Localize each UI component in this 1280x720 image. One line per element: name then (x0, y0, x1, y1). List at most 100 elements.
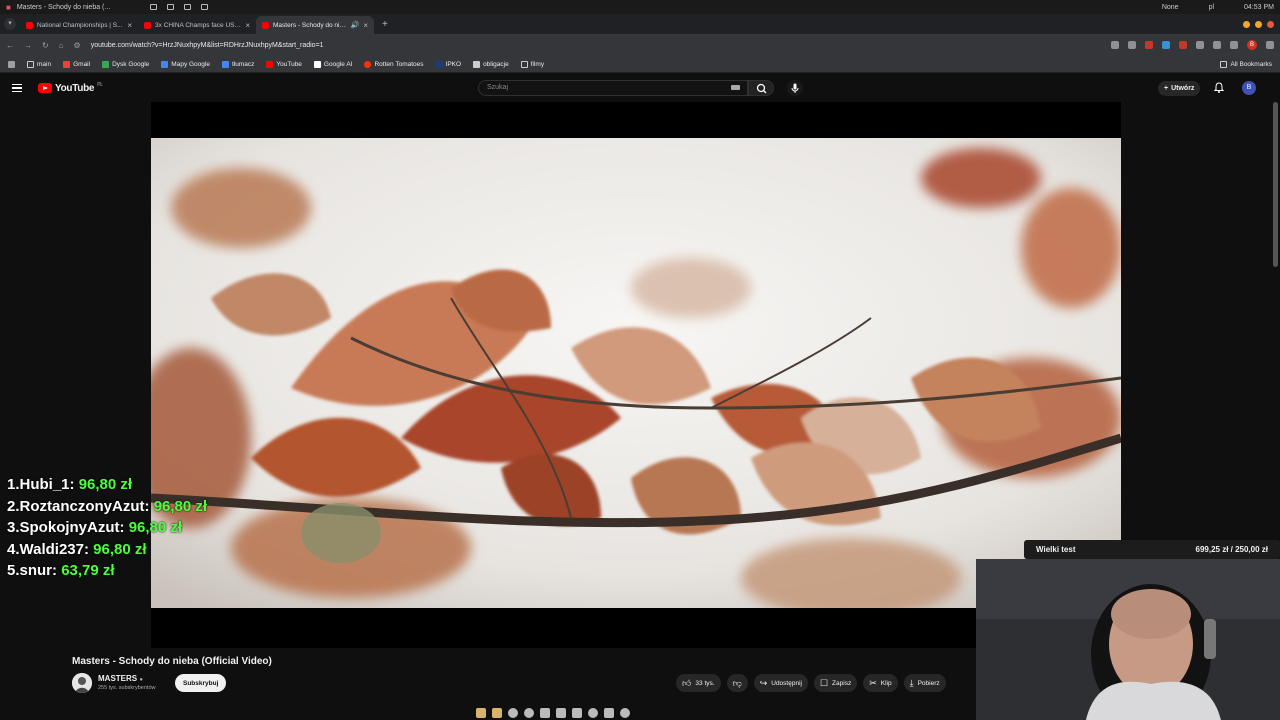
channel-name[interactable]: MASTERS ● (98, 674, 143, 683)
donation-leaderboard: 1.Hubi_1: 96,80 zł 2.RoztanczonyAzut: 96… (7, 474, 207, 582)
share-button[interactable]: ↪ Udostępnij (753, 674, 808, 692)
bookmark-label: tłumacz (231, 60, 255, 68)
like-count: 33 tys. (695, 679, 715, 687)
youtube-favicon-icon (144, 21, 151, 29)
maximize-button[interactable] (1255, 21, 1262, 28)
extension-icon[interactable] (1145, 41, 1153, 49)
create-button[interactable]: + Utwórz (1158, 81, 1201, 96)
speaker-icon[interactable]: 🔊 (351, 21, 360, 29)
bookmark-item[interactable]: Mapy Google (161, 60, 210, 68)
workspace-icon[interactable] (201, 4, 209, 10)
bookmark-item[interactable]: Dysk Google (102, 60, 150, 68)
maps-icon (161, 60, 169, 68)
browser-tab[interactable]: 3x CHINA Champs face USA... × (138, 16, 256, 34)
hamburger-menu-icon[interactable] (12, 83, 22, 93)
home-icon[interactable]: ⌂ (59, 41, 64, 50)
bookmark-star-icon[interactable] (1128, 41, 1136, 49)
channel-avatar[interactable] (72, 673, 92, 693)
workspace-icon[interactable] (184, 4, 192, 10)
settings-icon[interactable] (588, 707, 598, 718)
tray-item[interactable]: pl (1209, 4, 1214, 11)
tab-strip: ▾ National Championships | S... × 3x CHI… (0, 14, 1280, 34)
video-frame[interactable] (151, 138, 1121, 608)
bookmark-item[interactable]: Gmail (63, 60, 90, 68)
app-icon[interactable] (604, 707, 614, 718)
subscribe-button[interactable]: Subskrybuj (175, 674, 227, 692)
side-panel-icon[interactable] (1213, 41, 1221, 49)
video-title: Masters - Schody do nieba (Official Vide… (72, 656, 272, 667)
browser-tab[interactable]: National Championships | S... × (20, 16, 138, 34)
all-bookmarks[interactable]: All Bookmarks (1220, 60, 1272, 68)
address-bar: ← → ↻ ⌂ ⚙ youtube.com/watch?v=HrzJNuxhpy… (0, 34, 1280, 56)
browser-tab-active[interactable]: Masters - Schody do nieb... 🔊 × (256, 16, 374, 34)
back-icon[interactable]: ← (6, 41, 14, 50)
app-grid-icon[interactable] (620, 707, 630, 718)
like-button[interactable]: 👍︎ 33 tys. (676, 674, 721, 692)
create-label: Utwórz (1171, 85, 1195, 92)
terminal-icon[interactable] (492, 707, 502, 718)
bookmark-label: Dysk Google (112, 60, 150, 68)
bank-icon (435, 60, 443, 68)
cast-icon[interactable] (1111, 41, 1119, 49)
reload-icon[interactable]: ↻ (42, 41, 49, 50)
os-top-bar: ■ Masters - Schody do nieba (... None pl… (0, 0, 1280, 14)
bookmark-item[interactable]: obligacje (473, 60, 509, 68)
extension-icon[interactable] (1179, 41, 1187, 49)
url-field[interactable]: youtube.com/watch?v=HrzJNuxhpyM&list=RDH… (91, 42, 1101, 49)
download-button[interactable]: ⤓ Pobierz (903, 674, 946, 692)
save-button[interactable]: ☐ Zapisz (813, 674, 858, 692)
tab-search-icon[interactable]: ▾ (4, 18, 16, 30)
youtube-icon (266, 60, 274, 68)
page-scrollbar[interactable] (1273, 102, 1278, 267)
spotify-icon[interactable] (508, 707, 518, 718)
site-info-icon[interactable]: ⚙ (74, 41, 81, 50)
bookmark-item[interactable]: filmy (520, 60, 544, 68)
search-button[interactable] (748, 80, 774, 96)
youtube-logo[interactable]: YouTube PL (38, 82, 103, 94)
os-taskbar (0, 705, 976, 720)
channel-name-text: MASTERS (98, 674, 138, 683)
close-icon[interactable]: × (363, 21, 368, 30)
workspace-icon[interactable] (167, 4, 175, 10)
search-input[interactable]: Szukaj (478, 80, 748, 96)
save-playlist-icon: ☐ (819, 677, 829, 688)
apps-icon[interactable] (8, 60, 15, 68)
extension-icon[interactable] (1162, 41, 1170, 49)
minimize-button[interactable] (1243, 21, 1250, 28)
files-icon[interactable] (476, 707, 486, 718)
donor-name: Waldi237: (19, 540, 89, 558)
extensions-puzzle-icon[interactable] (1196, 41, 1204, 49)
forward-icon[interactable]: → (24, 41, 32, 50)
discord-icon[interactable] (540, 707, 550, 718)
bookmark-item[interactable]: tłumacz (221, 60, 255, 68)
tray-item[interactable]: None (1162, 4, 1179, 11)
extension-icon[interactable] (1230, 41, 1238, 49)
youtube-play-icon (38, 83, 52, 93)
bookmark-item[interactable]: IPKO (435, 60, 461, 68)
steam-icon[interactable] (556, 707, 566, 718)
goal-label: Wielki test (1036, 545, 1076, 554)
close-icon[interactable]: × (127, 21, 132, 30)
drive-icon (102, 60, 110, 68)
new-tab-icon[interactable]: + (382, 19, 388, 30)
clip-button[interactable]: ✂ Klip (863, 674, 898, 692)
account-avatar[interactable]: B (1242, 81, 1256, 95)
bookmark-item[interactable]: Rotten Tomatoes (364, 60, 424, 68)
keyboard-icon[interactable] (731, 85, 740, 90)
menu-icon[interactable] (1266, 41, 1274, 49)
download-icon: ⤓ (909, 677, 914, 688)
bookmark-item[interactable]: Google AI (313, 60, 352, 68)
close-icon[interactable]: × (245, 21, 250, 30)
profile-avatar[interactable]: B (1247, 40, 1257, 50)
obs-icon[interactable] (572, 707, 582, 718)
workspace-icon[interactable] (150, 4, 158, 10)
notifications-bell-icon[interactable] (1213, 82, 1225, 95)
bookmark-item[interactable]: main (27, 60, 51, 68)
dislike-button[interactable]: 👎︎ (726, 674, 748, 692)
voice-search-button[interactable] (787, 80, 803, 96)
chrome-icon[interactable] (524, 707, 534, 718)
close-window-button[interactable] (1267, 21, 1274, 28)
webcam-image (976, 559, 1280, 720)
clock[interactable]: 04:53 PM (1244, 4, 1274, 11)
bookmark-item[interactable]: YouTube (266, 60, 302, 68)
